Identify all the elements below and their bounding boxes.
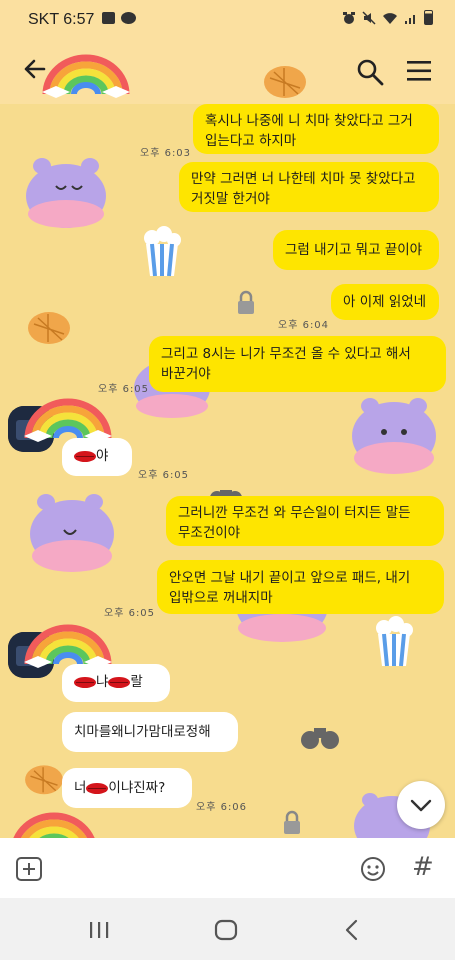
home-icon[interactable] — [214, 919, 238, 941]
message-text: 너 — [74, 780, 87, 796]
lips-sticker — [74, 676, 96, 688]
message-bubble-out[interactable]: 혹시나 나중에 니 치마 찾았다고 그거 입는다고 하지마 — [193, 104, 439, 154]
message-line: 바꾼거야 — [161, 366, 211, 382]
status-bar: SKT 6:57 — [0, 0, 455, 38]
signal-icon — [405, 14, 415, 24]
rainbow-sticker — [13, 812, 95, 838]
chat-area[interactable]: 혹시나 나중에 니 치마 찾았다고 그거 입는다고 하지마 오후 6:03 만약… — [0, 104, 455, 838]
hippo-decoration — [30, 494, 114, 572]
status-carrier-time: SKT 6:57 — [28, 11, 95, 28]
status-left-icons — [102, 12, 136, 24]
lips-sticker — [108, 676, 131, 688]
message-time: 오후 6:05 — [104, 608, 156, 619]
melon-bread-decoration — [264, 66, 306, 98]
talk-icon — [121, 12, 136, 24]
scroll-to-bottom-button[interactable] — [397, 781, 445, 829]
chevron-down-icon — [410, 799, 432, 812]
message-line: 입밖으로 꺼내지마 — [169, 590, 273, 606]
melon-bread-decoration — [28, 312, 70, 344]
mute-icon — [362, 10, 376, 25]
emoji-icon[interactable] — [360, 856, 386, 882]
message-line: 거짓말 한거야 — [191, 191, 270, 207]
message-bubble-in[interactable]: 너 이냐진짜? — [62, 768, 192, 808]
lock-decoration — [238, 290, 254, 314]
message-line: 그리고 8시는 니가 무조건 올 수 있다고 해서 — [161, 346, 411, 362]
chat-header — [0, 38, 455, 104]
back-icon[interactable] — [344, 919, 360, 941]
popcorn-decoration — [376, 616, 413, 667]
message-bubble-in[interactable]: 야 — [62, 438, 132, 476]
image-icon — [102, 12, 115, 24]
message-line: 만약 그러면 너 나한테 치마 못 찾았다고 — [191, 171, 416, 187]
menu-icon[interactable] — [406, 60, 432, 82]
message-input-bar: # — [0, 838, 455, 898]
rainbow-sticker — [24, 624, 112, 668]
message-line: 그러니깐 무조건 와 무슨일이 터지든 말든 — [178, 505, 411, 521]
message-text: 이냐진짜? — [108, 780, 166, 796]
plus-icon[interactable] — [16, 857, 42, 881]
message-time: 오후 6:03 — [140, 148, 192, 159]
lock-decoration — [284, 810, 300, 834]
message-line: 그럼 내기고 뭐고 끝이야 — [285, 242, 423, 258]
message-bubble-out[interactable]: 그럼 내기고 뭐고 끝이야 — [273, 230, 439, 270]
message-bubble-in[interactable]: 치마를왜니가맘대로정해 — [62, 712, 238, 752]
message-line: 아 이제 읽었네 — [343, 294, 427, 310]
message-time: 오후 6:04 — [278, 320, 330, 331]
wifi-icon — [383, 12, 397, 24]
message-bubble-out[interactable]: 그리고 8시는 니가 무조건 올 수 있다고 해서 바꾼거야 — [149, 336, 446, 392]
battery-icon — [424, 10, 433, 25]
message-bubble-out[interactable]: 그러니깐 무조건 와 무슨일이 터지든 말든 무조건이야 — [166, 496, 444, 546]
alarm-icon — [343, 11, 355, 24]
lips-sticker — [86, 782, 109, 794]
message-time: 오후 6:06 — [196, 802, 248, 813]
binoculars-decoration — [301, 728, 339, 749]
message-text: 치마를왜니가맘대로정해 — [74, 724, 211, 740]
message-line: 혹시나 나중에 니 치마 찾았다고 그거 — [205, 113, 413, 129]
message-bubble-out[interactable]: 만약 그러면 너 나한테 치마 못 찾았다고 거짓말 한거야 — [179, 162, 439, 212]
rainbow-sticker — [24, 398, 112, 442]
message-line: 무조건이야 — [178, 525, 241, 541]
popcorn-decoration — [144, 226, 181, 277]
message-line: 입는다고 하지마 — [205, 133, 297, 149]
message-text: 야 — [96, 448, 109, 464]
hashtag-search-button[interactable]: # — [412, 852, 434, 882]
message-text: 냐 — [96, 674, 109, 690]
melon-bread-decoration — [25, 765, 63, 795]
message-time: 오후 6:05 — [98, 384, 150, 395]
message-bubble-out[interactable]: 아 이제 읽었네 — [331, 284, 439, 320]
lips-sticker — [74, 450, 96, 462]
status-right-icons — [342, 10, 433, 25]
search-icon[interactable] — [356, 58, 384, 86]
message-bubble-out[interactable]: 안오면 그날 내기 끝이고 앞으로 패드, 내기 입밖으로 꺼내지마 — [157, 560, 444, 614]
message-text: 랄 — [130, 674, 143, 690]
hippo-decoration — [352, 398, 436, 474]
system-nav-bar — [0, 898, 455, 960]
message-line: 안오면 그날 내기 끝이고 앞으로 패드, 내기 — [169, 570, 411, 586]
recent-apps-icon[interactable] — [88, 920, 110, 940]
rainbow-logo — [42, 54, 130, 98]
message-bubble-in[interactable]: 냐랄 — [62, 664, 170, 702]
hippo-decoration — [26, 158, 106, 228]
message-time: 오후 6:05 — [138, 470, 190, 481]
